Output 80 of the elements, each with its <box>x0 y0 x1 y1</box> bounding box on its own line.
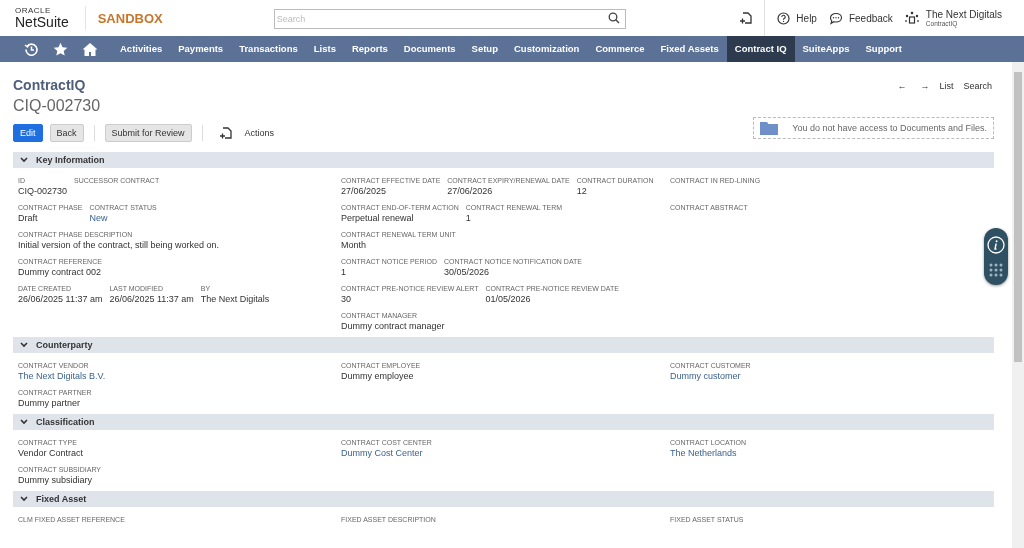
previous-arrow[interactable]: ← <box>897 81 907 115</box>
field-link[interactable]: The Next Digitals B.V. <box>18 371 106 382</box>
menu-tab[interactable]: SuiteApps <box>794 36 858 62</box>
netsuite-logo[interactable]: ORACLE NetSuite <box>15 7 69 29</box>
field-value: Perpetual renewal <box>341 213 415 224</box>
section-header[interactable]: Key Information <box>13 152 994 168</box>
speech-bubble-icon <box>828 11 843 25</box>
menu-tab[interactable]: Setup <box>463 36 506 62</box>
menu-tab[interactable]: Activities <box>112 36 171 62</box>
feedback-link[interactable]: Feedback <box>828 11 893 25</box>
search-field[interactable]: Search <box>273 9 626 29</box>
field-value: 26/06/2025 11:37 am <box>109 294 194 305</box>
field-value: Dummy employee <box>341 371 415 382</box>
field-value: Draft <box>18 213 39 224</box>
menu-tab[interactable]: Support <box>857 36 910 62</box>
menu-tab[interactable]: Commerce <box>587 36 653 62</box>
documents-notice-text: You do not have access to Documents and Files. <box>792 123 987 133</box>
field-value: 12 <box>576 186 588 197</box>
menu-tab[interactable]: Documents <box>395 36 464 62</box>
menu-tab[interactable]: Reports <box>343 36 396 62</box>
grid-dots-icon[interactable] <box>989 262 1003 277</box>
field-value: 30/05/2026 <box>443 267 490 278</box>
actions-icon[interactable] <box>218 126 232 140</box>
info-icon[interactable] <box>987 236 1005 255</box>
home-icon[interactable] <box>82 41 98 57</box>
toolbar-button[interactable]: Back <box>49 124 84 142</box>
list-link[interactable]: List <box>939 81 954 115</box>
field-link[interactable]: Dummy customer <box>670 371 751 382</box>
account-name[interactable]: The Next Digitals <box>925 8 1002 20</box>
actions-menu[interactable]: Actions <box>244 128 275 138</box>
chevron-icon <box>20 157 28 163</box>
floating-help-widget[interactable] <box>984 228 1008 285</box>
field-value: Initial version of the contract, still being worked on. <box>18 240 220 251</box>
menu-tab[interactable]: Lists <box>305 36 344 62</box>
help-icon <box>777 11 791 25</box>
star-icon[interactable] <box>53 41 68 57</box>
menu-tab[interactable]: Fixed Assets <box>652 36 727 62</box>
folder-icon <box>760 121 779 135</box>
user-group-icon[interactable] <box>904 11 919 25</box>
menu-tab[interactable]: Transactions <box>231 36 306 62</box>
field-value: CIQ-002730 <box>18 186 68 197</box>
recent-icon[interactable] <box>24 41 39 57</box>
record-type-title: ContractIQ <box>13 77 87 93</box>
field-value: Dummy partner <box>18 398 81 409</box>
section-header[interactable]: Counterparty <box>13 337 994 353</box>
field-value: Vendor Contract <box>18 448 84 459</box>
toolbar-button[interactable]: Edit <box>13 124 43 142</box>
scrollbar[interactable] <box>1012 62 1024 548</box>
menu-tab[interactable]: Contract IQ <box>726 36 795 62</box>
environment-label: SANDBOX <box>97 10 164 26</box>
field-value: 1 <box>465 213 472 224</box>
field-value: Dummy contract manager <box>341 321 445 332</box>
menu-tab[interactable]: Customization <box>505 36 588 62</box>
chevron-icon <box>20 419 28 425</box>
field-value: 30 <box>341 294 352 305</box>
section-header[interactable]: Classification <box>13 414 994 430</box>
chevron-icon <box>20 342 28 348</box>
search-icon[interactable] <box>607 12 620 24</box>
next-arrow[interactable]: → <box>920 81 930 115</box>
chevron-icon <box>20 496 28 502</box>
toolbar-button[interactable]: Submit for Review <box>104 124 192 142</box>
field-value: 27/06/2025 <box>341 186 388 197</box>
field-value: Dummy subsidiary <box>18 475 94 486</box>
help-link[interactable]: Help <box>777 11 817 25</box>
field-value: 27/06/2026 <box>447 186 494 197</box>
section-header[interactable]: Fixed Asset <box>13 491 994 507</box>
field-value: Month <box>341 240 367 251</box>
field-value: Dummy contract 002 <box>18 267 102 278</box>
field-link[interactable]: New <box>89 213 157 224</box>
field-link[interactable]: Dummy Cost Center <box>341 448 432 459</box>
scrollbar-thumb[interactable] <box>1014 72 1022 362</box>
menu-tab[interactable]: Payments <box>170 36 232 62</box>
field-value: 26/06/2025 11:37 am <box>18 294 103 305</box>
field-value: 01/05/2026 <box>485 294 532 305</box>
recent-records-icon[interactable] <box>739 11 753 25</box>
search-link[interactable]: Search <box>963 81 992 115</box>
record-id: CIQ-002730 <box>13 97 101 115</box>
field-link[interactable]: The Netherlands <box>670 448 746 459</box>
field-value: 1 <box>341 267 347 278</box>
field-value: The Next Digitals <box>200 294 270 305</box>
